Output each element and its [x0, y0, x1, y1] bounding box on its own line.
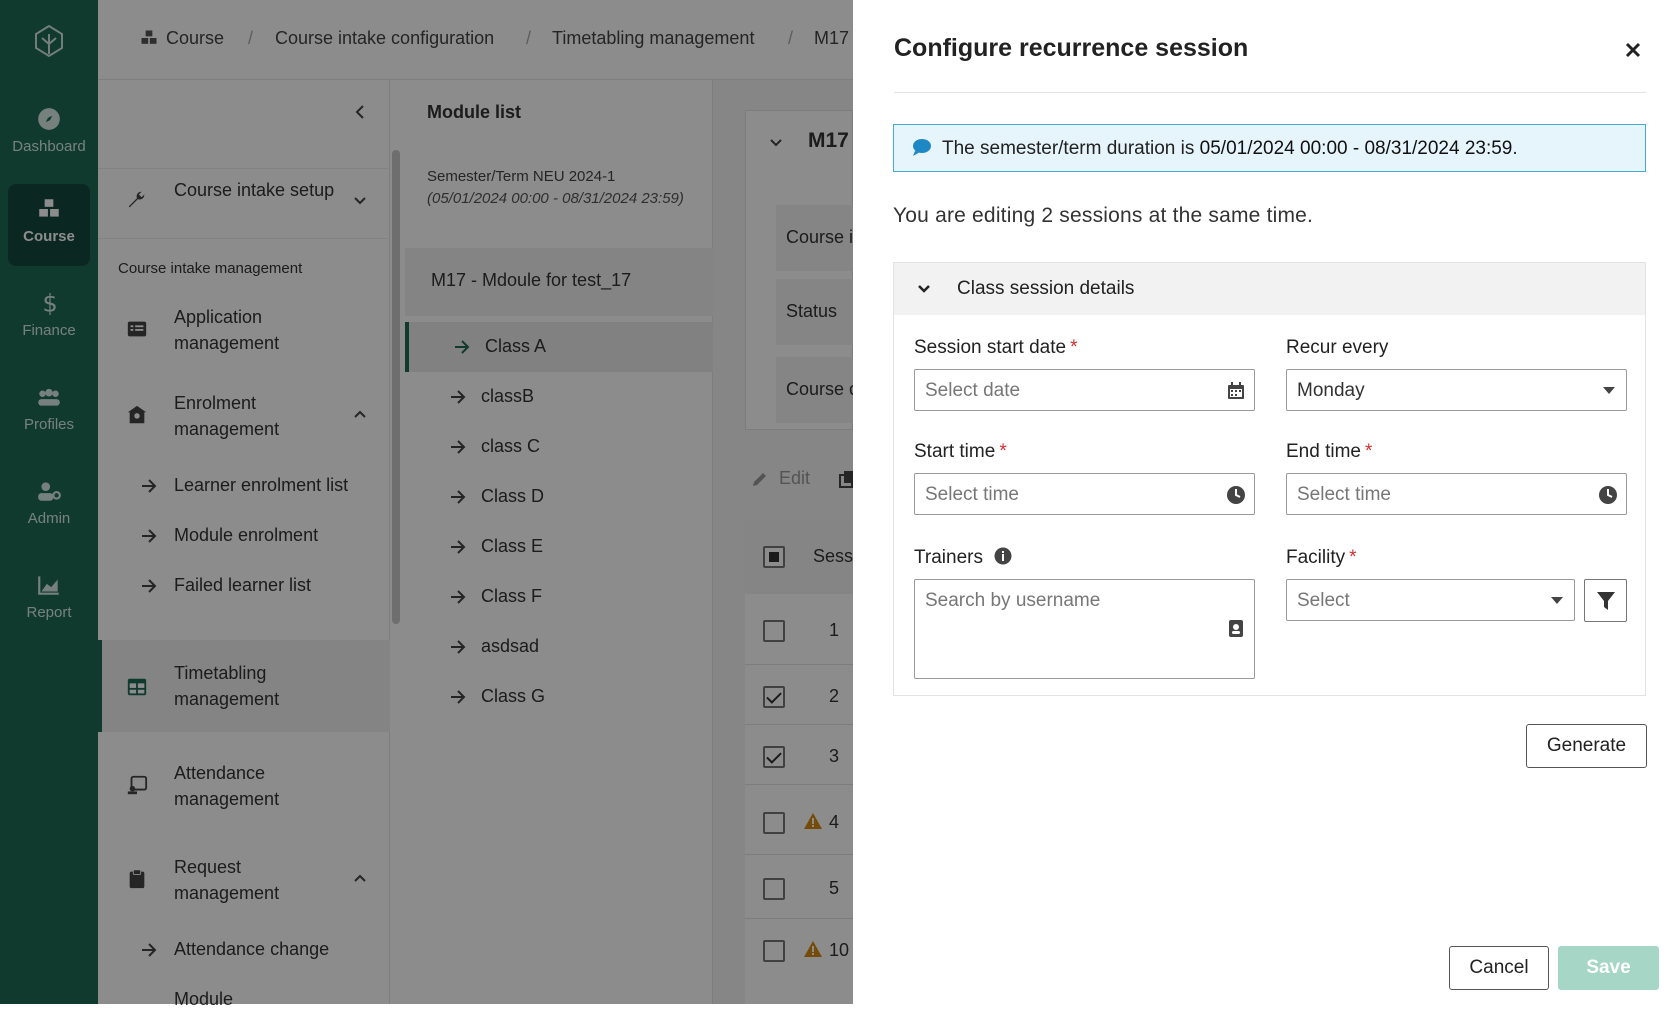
class-session-panel: Class session details Session start date…	[893, 262, 1646, 696]
clock-icon	[1227, 486, 1245, 504]
session-start-date-input[interactable]: Select date	[914, 369, 1255, 411]
facility-label: Facility *	[1286, 547, 1357, 569]
info-prefix: The semester/term duration is	[942, 138, 1200, 159]
semester-info-banner: The semester/term duration is 05/01/2024…	[893, 124, 1646, 172]
start-time-input[interactable]: Select time	[914, 473, 1255, 515]
calendar-icon	[1228, 382, 1244, 399]
chevron-down-icon	[918, 285, 930, 293]
select-placeholder: Select	[1297, 590, 1350, 611]
input-placeholder: Select time	[1297, 484, 1391, 505]
input-placeholder: Select time	[925, 484, 1019, 505]
generate-button[interactable]: Generate	[1526, 724, 1647, 768]
label-text: Session start date	[914, 337, 1067, 358]
info-range: 05/01/2024 00:00 - 08/31/2024 23:59	[1199, 138, 1513, 159]
editing-notice: You are editing 2 sessions at the same t…	[893, 204, 1314, 227]
trainers-input[interactable]: Search by username	[914, 579, 1255, 679]
required-mark: *	[1070, 337, 1078, 358]
contact-card-icon	[1229, 620, 1243, 637]
modal-backdrop[interactable]	[0, 0, 853, 1004]
filter-icon	[1597, 592, 1615, 610]
input-placeholder: Select date	[925, 380, 1021, 401]
required-mark: *	[999, 441, 1007, 462]
required-mark: *	[1349, 547, 1357, 568]
info-suffix: .	[1512, 138, 1518, 159]
clock-icon	[1599, 486, 1617, 504]
input-placeholder: Search by username	[925, 590, 1101, 611]
save-button[interactable]: Save	[1558, 946, 1659, 990]
close-icon[interactable]	[1623, 40, 1643, 60]
panel-title: Class session details	[957, 278, 1135, 299]
end-time-label: End time *	[1286, 441, 1372, 463]
facility-select[interactable]: Select	[1286, 579, 1575, 621]
panel-header[interactable]: Class session details	[894, 263, 1645, 315]
label-text: Trainers	[914, 547, 983, 568]
divider	[894, 92, 1646, 93]
cancel-button[interactable]: Cancel	[1449, 946, 1549, 990]
start-time-label: Start time *	[914, 441, 1007, 463]
label-text: End time	[1286, 441, 1361, 462]
recurrence-drawer: Configure recurrence session The semeste…	[853, 0, 1679, 1004]
label-text: Start time	[914, 441, 996, 462]
required-mark: *	[1364, 441, 1373, 462]
select-value: Monday	[1297, 380, 1365, 401]
comment-icon	[913, 139, 931, 156]
recur-every-label: Recur every	[1286, 337, 1389, 358]
info-icon[interactable]	[994, 547, 1012, 565]
facility-filter-button[interactable]	[1584, 579, 1627, 622]
caret-down-icon	[1603, 387, 1615, 394]
label-text: Facility	[1286, 547, 1346, 568]
semester-info-text: The semester/term duration is 05/01/2024…	[942, 138, 1518, 160]
end-time-input[interactable]: Select time	[1286, 473, 1627, 515]
trainers-label: Trainers	[914, 547, 1012, 569]
recur-every-select[interactable]: Monday	[1286, 369, 1627, 411]
session-start-date-label: Session start date *	[914, 337, 1078, 359]
caret-down-icon	[1551, 597, 1563, 604]
drawer-title: Configure recurrence session	[894, 34, 1249, 62]
